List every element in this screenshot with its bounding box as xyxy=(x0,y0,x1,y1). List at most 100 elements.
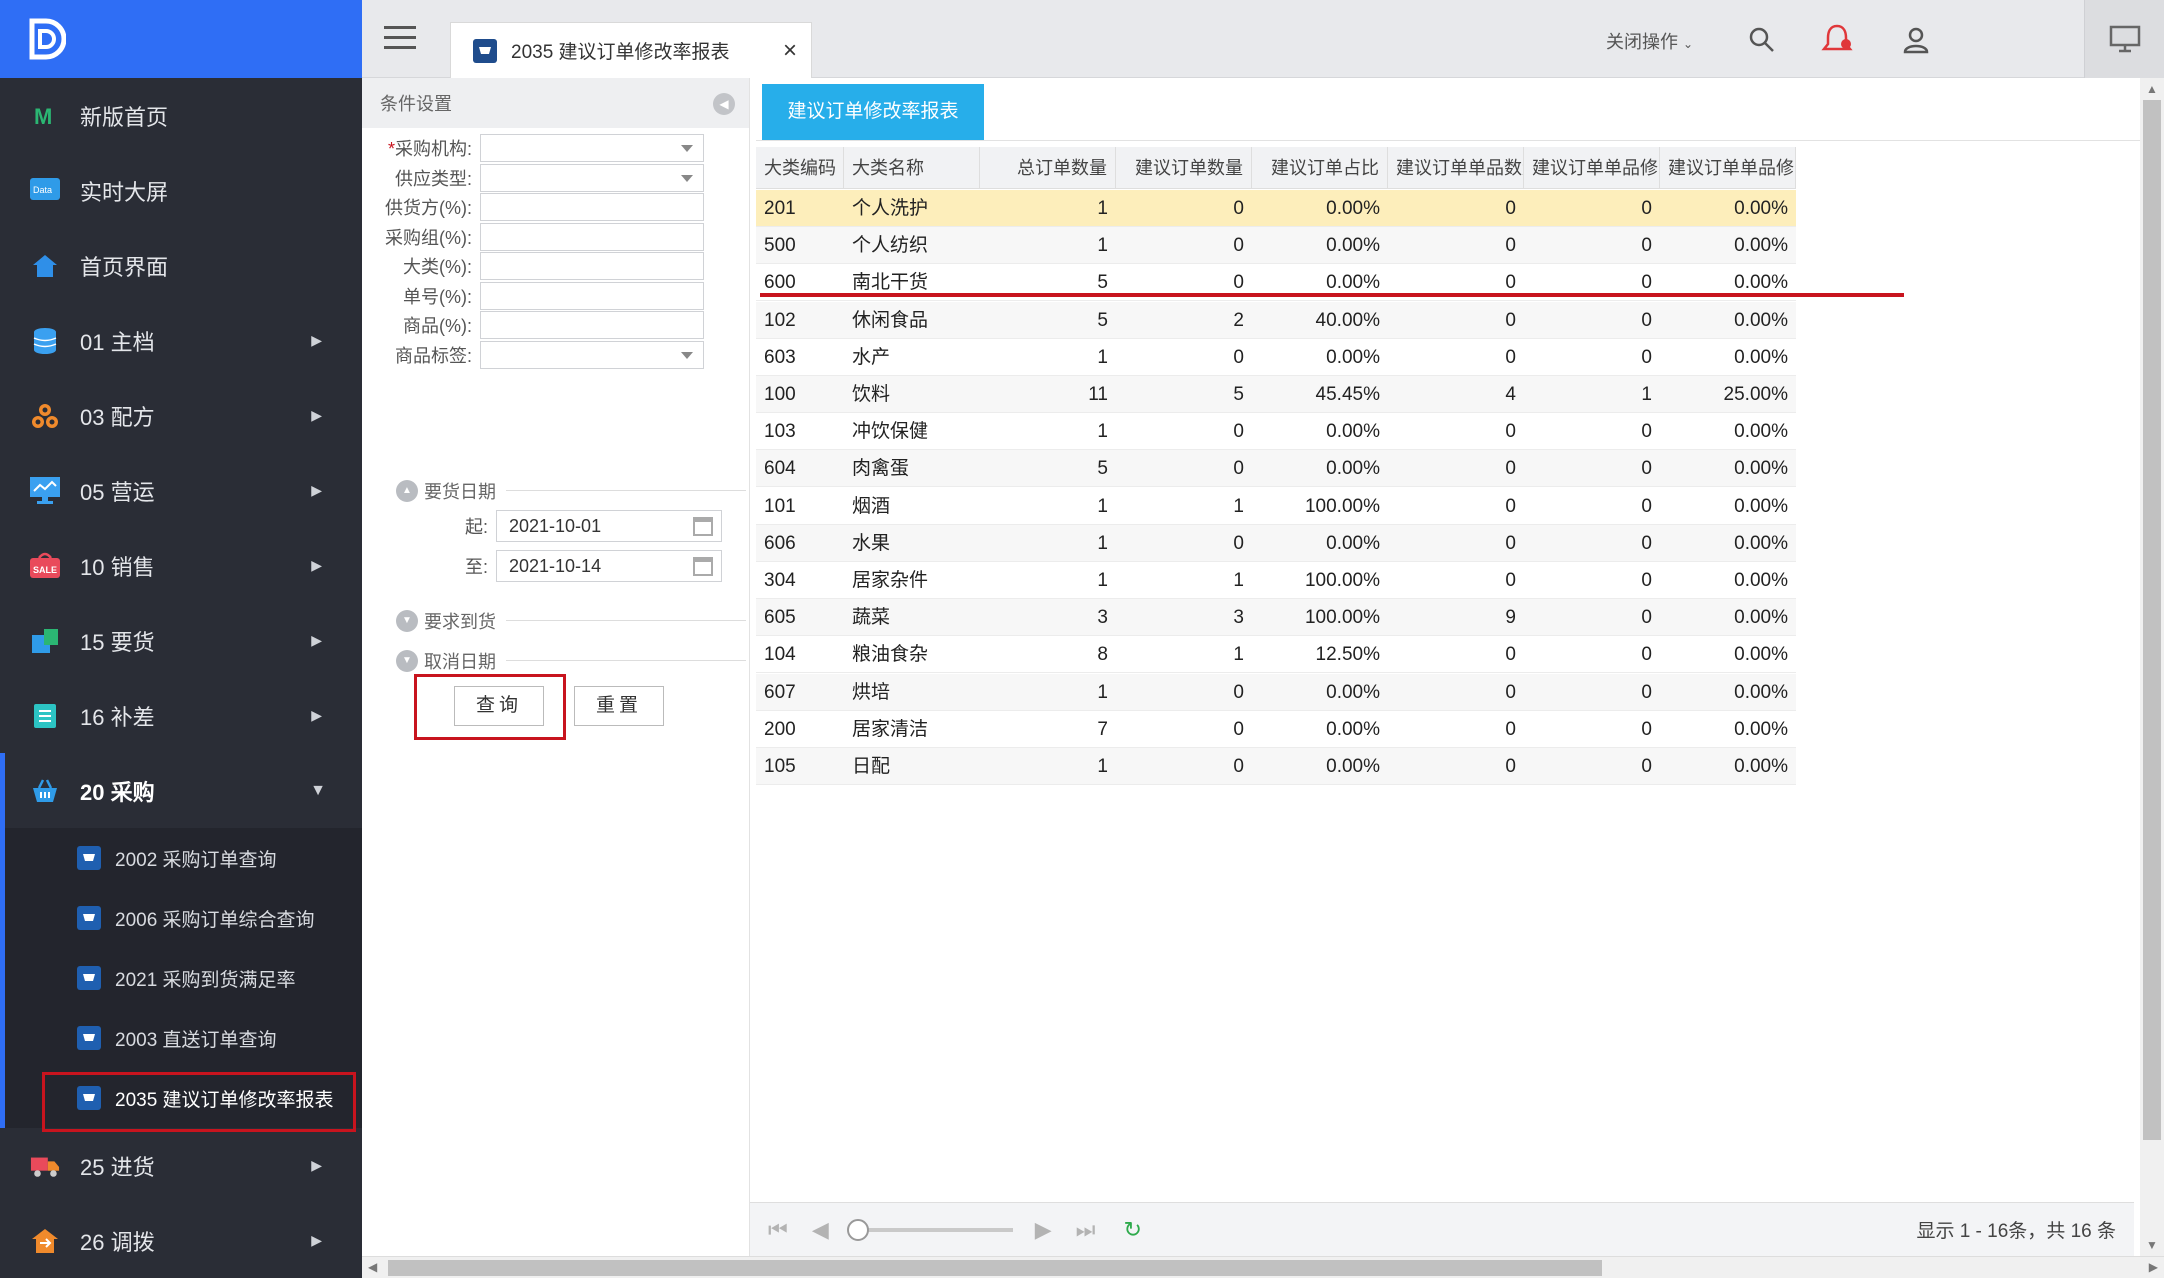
column-header[interactable]: 建议订单单品修改 xyxy=(1524,147,1660,189)
filter-label: 商品标签: xyxy=(394,345,472,366)
table-row[interactable]: 104 粮油食杂 8 1 12.50% 0 0 0.00% xyxy=(756,636,1796,674)
table-row[interactable]: 606 水果 1 0 0.00% 0 0 0.00% xyxy=(756,524,1796,562)
filter-header: 条件设置 ◀ xyxy=(362,78,749,128)
m-logo-icon: M xyxy=(30,101,60,131)
submenu-item[interactable]: 2021 采购到货满足率 xyxy=(5,948,362,1008)
table-row[interactable]: 103 冲饮保健 1 0 0.00% 0 0 0.00% xyxy=(756,413,1796,451)
report-tab[interactable]: 建议订单修改率报表 xyxy=(762,84,984,140)
filter-row: 商品(%): xyxy=(362,311,704,339)
submenu-item[interactable]: 2003 直送订单查询 xyxy=(5,1008,362,1068)
sidebar-item-top-3[interactable]: 01 主档 ▶ xyxy=(0,303,362,378)
date-from-input[interactable]: 2021-10-01 xyxy=(496,510,722,542)
cart-icon xyxy=(77,966,101,990)
sidebar-item-top-7[interactable]: 15 要货 ▶ xyxy=(0,603,362,678)
collapse-left-icon[interactable]: ◀ xyxy=(713,93,735,115)
table-cell: 0 xyxy=(1641,607,1652,629)
column-header[interactable]: 建议订单单品数量 xyxy=(1388,147,1524,189)
table-row[interactable]: 201 个人洗护 1 0 0.00% 0 0 0.00% xyxy=(756,190,1796,227)
date-to-input[interactable]: 2021-10-14 xyxy=(496,550,722,582)
sidebar-item-top-2[interactable]: 首页界面 xyxy=(0,228,362,303)
reset-button[interactable]: 重置 xyxy=(574,686,664,726)
tab-report[interactable]: 2035 建议订单修改率报表 × xyxy=(450,22,812,78)
notification-bell-icon[interactable] xyxy=(1820,22,1854,56)
filter-input[interactable] xyxy=(480,311,704,339)
chevron-down-icon: ⌄ xyxy=(1683,37,1694,51)
table-row[interactable]: 607 烘培 1 0 0.00% 0 0 0.00% xyxy=(756,673,1796,711)
nav-group-purchase[interactable]: 20 采购 ▼ xyxy=(0,753,362,828)
calendar-icon[interactable] xyxy=(693,557,713,576)
close-tab-icon[interactable]: × xyxy=(783,37,797,65)
sidebar-item-label: 16 补差 xyxy=(80,704,155,730)
chevron-right-icon: ▶ xyxy=(311,557,322,573)
column-header[interactable]: 建议订单单品修改 xyxy=(1660,147,1796,189)
table-row[interactable]: 605 蔬菜 3 3 100.00% 9 0 0.00% xyxy=(756,599,1796,637)
table-row[interactable]: 500 个人纺织 1 0 0.00% 0 0 0.00% xyxy=(756,227,1796,265)
table-cell: 0 xyxy=(1505,421,1516,443)
table-row[interactable]: 101 烟酒 1 1 100.00% 0 0 0.00% xyxy=(756,488,1796,525)
chevron-right-icon: ▶ xyxy=(311,1157,322,1173)
column-header[interactable]: 建议订单占比 xyxy=(1252,147,1388,189)
table-cell: 0.00% xyxy=(1326,718,1380,740)
table-cell: 0.00% xyxy=(1734,718,1788,740)
table-cell: 5 xyxy=(1233,384,1244,405)
sidebar-item-top-5[interactable]: 05 营运 ▶ xyxy=(0,453,362,528)
table-row[interactable]: 604 肉禽蛋 5 0 0.00% 0 0 0.00% xyxy=(756,450,1796,488)
table-row[interactable]: 102 休闲食品 5 2 40.00% 0 0 0.00% xyxy=(756,301,1796,339)
first-page-icon[interactable]: ⏮ xyxy=(768,1217,788,1243)
close-operations-menu[interactable]: 关闭操作 ⌄ xyxy=(1606,28,1693,54)
filter-select[interactable] xyxy=(480,163,704,192)
column-header[interactable]: 总订单数量 xyxy=(980,147,1116,189)
filter-input[interactable] xyxy=(480,222,704,251)
sidebar-item-top-0[interactable]: M 新版首页 xyxy=(0,78,362,153)
table-row[interactable]: 603 水产 1 0 0.00% 0 0 0.00% xyxy=(756,339,1796,376)
table-cell: 0.00% xyxy=(1734,644,1788,666)
filter-title: 条件设置 xyxy=(380,94,452,114)
app-logo[interactable] xyxy=(0,0,362,78)
section-arrival[interactable]: ▼ 要求到货 xyxy=(396,608,746,634)
table-cell: 12.50% xyxy=(1315,644,1380,666)
column-header[interactable]: 大类编码 xyxy=(756,147,844,189)
horizontal-scrollbar[interactable]: ◀ ▶ xyxy=(362,1256,2164,1278)
table-row[interactable]: 105 日配 1 0 0.00% 0 0 0.00% xyxy=(756,748,1796,785)
sidebar-item-top-4[interactable]: 03 配方 ▶ xyxy=(0,378,362,453)
table-cell: 607 xyxy=(764,681,796,703)
calendar-icon[interactable] xyxy=(693,517,713,536)
table-cell: 0 xyxy=(1505,198,1516,219)
prev-page-icon[interactable]: ◀ xyxy=(812,1217,829,1243)
filter-input[interactable] xyxy=(480,281,704,310)
table-cell: 1 xyxy=(1097,756,1108,777)
column-header[interactable]: 建议订单数量 xyxy=(1116,147,1252,189)
submenu-item[interactable]: 2006 采购订单综合查询 xyxy=(5,888,362,948)
filter-input[interactable] xyxy=(480,252,704,280)
table-cell: 40.00% xyxy=(1315,309,1380,331)
submenu-item[interactable]: 2002 采购订单查询 xyxy=(5,828,362,888)
column-header[interactable]: 大类名称 xyxy=(844,147,980,189)
menu-toggle-icon[interactable] xyxy=(384,26,416,52)
table-row[interactable]: 304 居家杂件 1 1 100.00% 0 0 0.00% xyxy=(756,562,1796,599)
filter-select[interactable] xyxy=(480,340,704,369)
table-cell: 0 xyxy=(1505,495,1516,517)
section-cancel-date[interactable]: ▼ 取消日期 xyxy=(396,648,746,674)
refresh-icon[interactable]: ↻ xyxy=(1123,1217,1141,1243)
user-icon[interactable] xyxy=(1902,26,1930,54)
last-page-icon[interactable]: ⏭ xyxy=(1076,1217,1096,1243)
search-icon[interactable] xyxy=(1748,26,1776,54)
screen-toggle-area[interactable] xyxy=(2084,0,2164,78)
sidebar-item-bottom-0[interactable]: 25 进货 ▶ xyxy=(0,1128,362,1203)
sidebar-item-label: 01 主档 xyxy=(80,329,155,355)
filter-select[interactable] xyxy=(480,134,704,162)
sidebar-item-top-6[interactable]: SALE 10 销售 ▶ xyxy=(0,528,362,603)
vertical-scrollbar[interactable]: ▲ ▼ xyxy=(2140,78,2164,1256)
filter-input[interactable] xyxy=(480,193,704,221)
page-slider[interactable] xyxy=(846,1218,1013,1241)
sidebar-item-bottom-1[interactable]: 26 调拨 ▶ xyxy=(0,1203,362,1278)
sidebar-item-top-1[interactable]: Data 实时大屏 xyxy=(0,153,362,228)
next-page-icon[interactable]: ▶ xyxy=(1035,1217,1052,1243)
sidebar-item-top-8[interactable]: 16 补差 ▶ xyxy=(0,678,362,753)
table-row[interactable]: 100 饮料 11 5 45.45% 4 1 25.00% xyxy=(756,376,1796,413)
table-cell: 4 xyxy=(1505,384,1516,405)
filter-row: *采购机构: xyxy=(362,134,704,162)
table-cell: 0.00% xyxy=(1734,458,1788,480)
table-row[interactable]: 200 居家清洁 7 0 0.00% 0 0 0.00% xyxy=(756,711,1796,748)
section-order-date[interactable]: ▲ 要货日期 xyxy=(396,478,746,504)
